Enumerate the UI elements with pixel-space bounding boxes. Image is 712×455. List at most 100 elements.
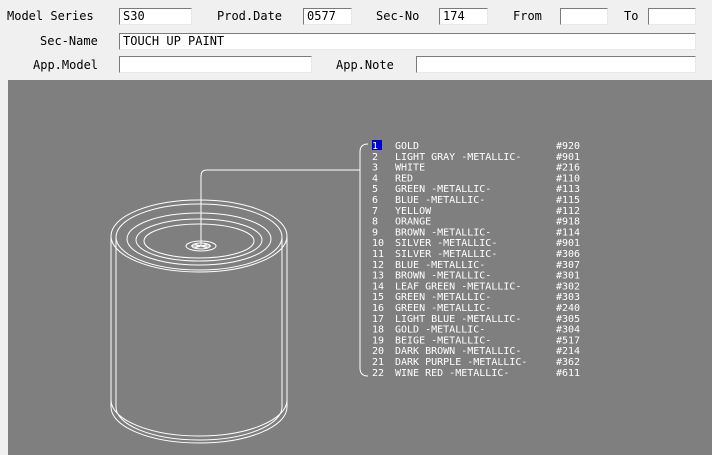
part-name: ORANGE [395,217,431,228]
part-row-2[interactable]: 2 LIGHT GRAY -METALLIC- #901 [372,152,580,163]
part-name: YELLOW [395,206,432,217]
part-row-21[interactable]: 21 DARK PURPLE -METALLIC- #362 [372,357,580,368]
part-code: #115 [556,195,580,206]
part-number: 3 [372,163,378,174]
part-name: GREEN -METALLIC- [395,292,491,303]
part-number: 1 [372,141,378,152]
part-code: #303 [556,292,580,303]
part-row-4[interactable]: 4 RED #110 [372,173,580,184]
part-number: 13 [372,271,384,282]
part-name: SILVER -METALLIC- [395,249,497,260]
part-row-15[interactable]: 15 GREEN -METALLIC- #303 [372,292,580,303]
from-field[interactable] [560,8,608,25]
part-row-14[interactable]: 14 LEAF GREEN -METALLIC- #302 [372,281,580,292]
part-name: GREEN -METALLIC- [395,303,491,314]
paint-can-drawing [110,143,369,444]
part-code: #305 [556,314,580,325]
to-label: To [624,9,639,23]
part-row-22[interactable]: 22 WINE RED -METALLIC- #611 [372,368,580,379]
part-number: 9 [372,227,378,238]
part-name: BEIGE -METALLIC- [395,335,491,346]
part-name: BLUE -METALLIC- [395,260,485,271]
part-row-19[interactable]: 19 BEIGE -METALLIC- #517 [372,335,580,346]
model-series-field[interactable]: S30 [119,8,192,25]
part-code: #307 [556,260,580,271]
part-name: GREEN -METALLIC- [395,184,491,195]
part-name: DARK BROWN -METALLIC- [395,346,521,357]
part-row-18[interactable]: 18 GOLD -METALLIC- #304 [372,325,580,336]
part-code: #306 [556,249,580,260]
part-number: 12 [372,260,384,271]
app-model-label: App.Model [33,58,99,72]
part-row-13[interactable]: 13 BROWN -METALLIC- #301 [372,271,580,282]
part-code: #112 [556,206,580,217]
part-number: 16 [372,303,384,314]
part-code: #114 [556,227,580,238]
part-row-10[interactable]: 10 SILVER -METALLIC- #901 [372,238,580,249]
part-name: GOLD [395,141,419,152]
part-name: GOLD -METALLIC- [395,325,485,336]
part-row-1[interactable]: 1 GOLD #920 [372,140,580,152]
part-code: #240 [556,303,580,314]
part-number: 6 [372,195,378,206]
part-number: 17 [372,314,384,325]
part-code: #301 [556,271,580,282]
part-number: 7 [372,206,378,217]
part-number: 18 [372,325,384,336]
part-name: LIGHT GRAY -METALLIC- [395,152,521,163]
part-number: 5 [372,184,378,195]
illustration-canvas: 1 GOLD #920 2 LIGHT GRAY -METALLIC- #901 3 WHIT… [110,140,580,444]
parts-illustration: 1 GOLD #920 2 LIGHT GRAY -METALLIC- #901 3 WHIT… [8,80,712,455]
app-note-label: App.Note [336,58,394,72]
part-row-11[interactable]: 11 SILVER -METALLIC- #306 [372,249,580,260]
part-code: #901 [556,238,580,249]
part-name: BROWN -METALLIC- [395,271,491,282]
sec-no-field[interactable]: 174 [439,8,488,25]
part-row-5[interactable]: 5 GREEN -METALLIC- #113 [372,184,580,195]
part-number: 21 [372,357,384,368]
prod-date-field[interactable]: 0577 [303,8,352,25]
app-model-field[interactable] [119,56,312,73]
part-name: WINE RED -METALLIC- [395,368,509,379]
parts-list: 1 GOLD #920 2 LIGHT GRAY -METALLIC- #901 3 WHIT… [372,140,580,379]
part-number: 10 [372,238,384,249]
to-field[interactable] [648,8,696,25]
prod-date-label: Prod.Date [217,9,283,23]
part-number: 22 [372,368,384,379]
part-row-7[interactable]: 7 YELLOW #112 [372,206,580,217]
part-name: DARK PURPLE -METALLIC- [395,357,527,368]
part-code: #362 [556,357,580,368]
part-row-8[interactable]: 8 ORANGE #918 [372,217,580,228]
part-number: 8 [372,217,378,228]
part-row-6[interactable]: 6 BLUE -METALLIC- #115 [372,195,580,206]
part-number: 19 [372,335,384,346]
part-code: #517 [556,335,580,346]
part-code: #304 [556,325,580,336]
part-code: #901 [556,152,580,163]
part-name: LEAF GREEN -METALLIC- [395,281,521,292]
from-label: From [513,9,542,23]
part-number: 4 [372,173,378,184]
part-code: #214 [556,346,580,357]
sec-name-field[interactable]: TOUCH UP PAINT [119,33,696,50]
part-code: #611 [556,368,580,379]
sec-name-label: Sec-Name [40,34,98,48]
app-note-field[interactable] [416,56,696,73]
part-code: #302 [556,281,580,292]
part-row-9[interactable]: 9 BROWN -METALLIC- #114 [372,227,580,238]
part-row-3[interactable]: 3 WHITE #216 [372,163,580,174]
part-number: 14 [372,281,384,292]
part-name: BROWN -METALLIC- [395,227,491,238]
part-row-12[interactable]: 12 BLUE -METALLIC- #307 [372,260,580,271]
part-row-20[interactable]: 20 DARK BROWN -METALLIC- #214 [372,346,580,357]
part-code: #918 [556,217,580,228]
part-code: #216 [556,163,580,174]
part-code: #110 [556,173,580,184]
part-number: 20 [372,346,384,357]
part-row-16[interactable]: 16 GREEN -METALLIC- #240 [372,303,580,314]
part-number: 15 [372,292,384,303]
sec-no-label: Sec-No [376,9,420,23]
part-number: 2 [372,152,378,163]
part-row-17[interactable]: 17 LIGHT BLUE -METALLIC- #305 [372,314,580,325]
part-name: BLUE -METALLIC- [395,195,485,206]
